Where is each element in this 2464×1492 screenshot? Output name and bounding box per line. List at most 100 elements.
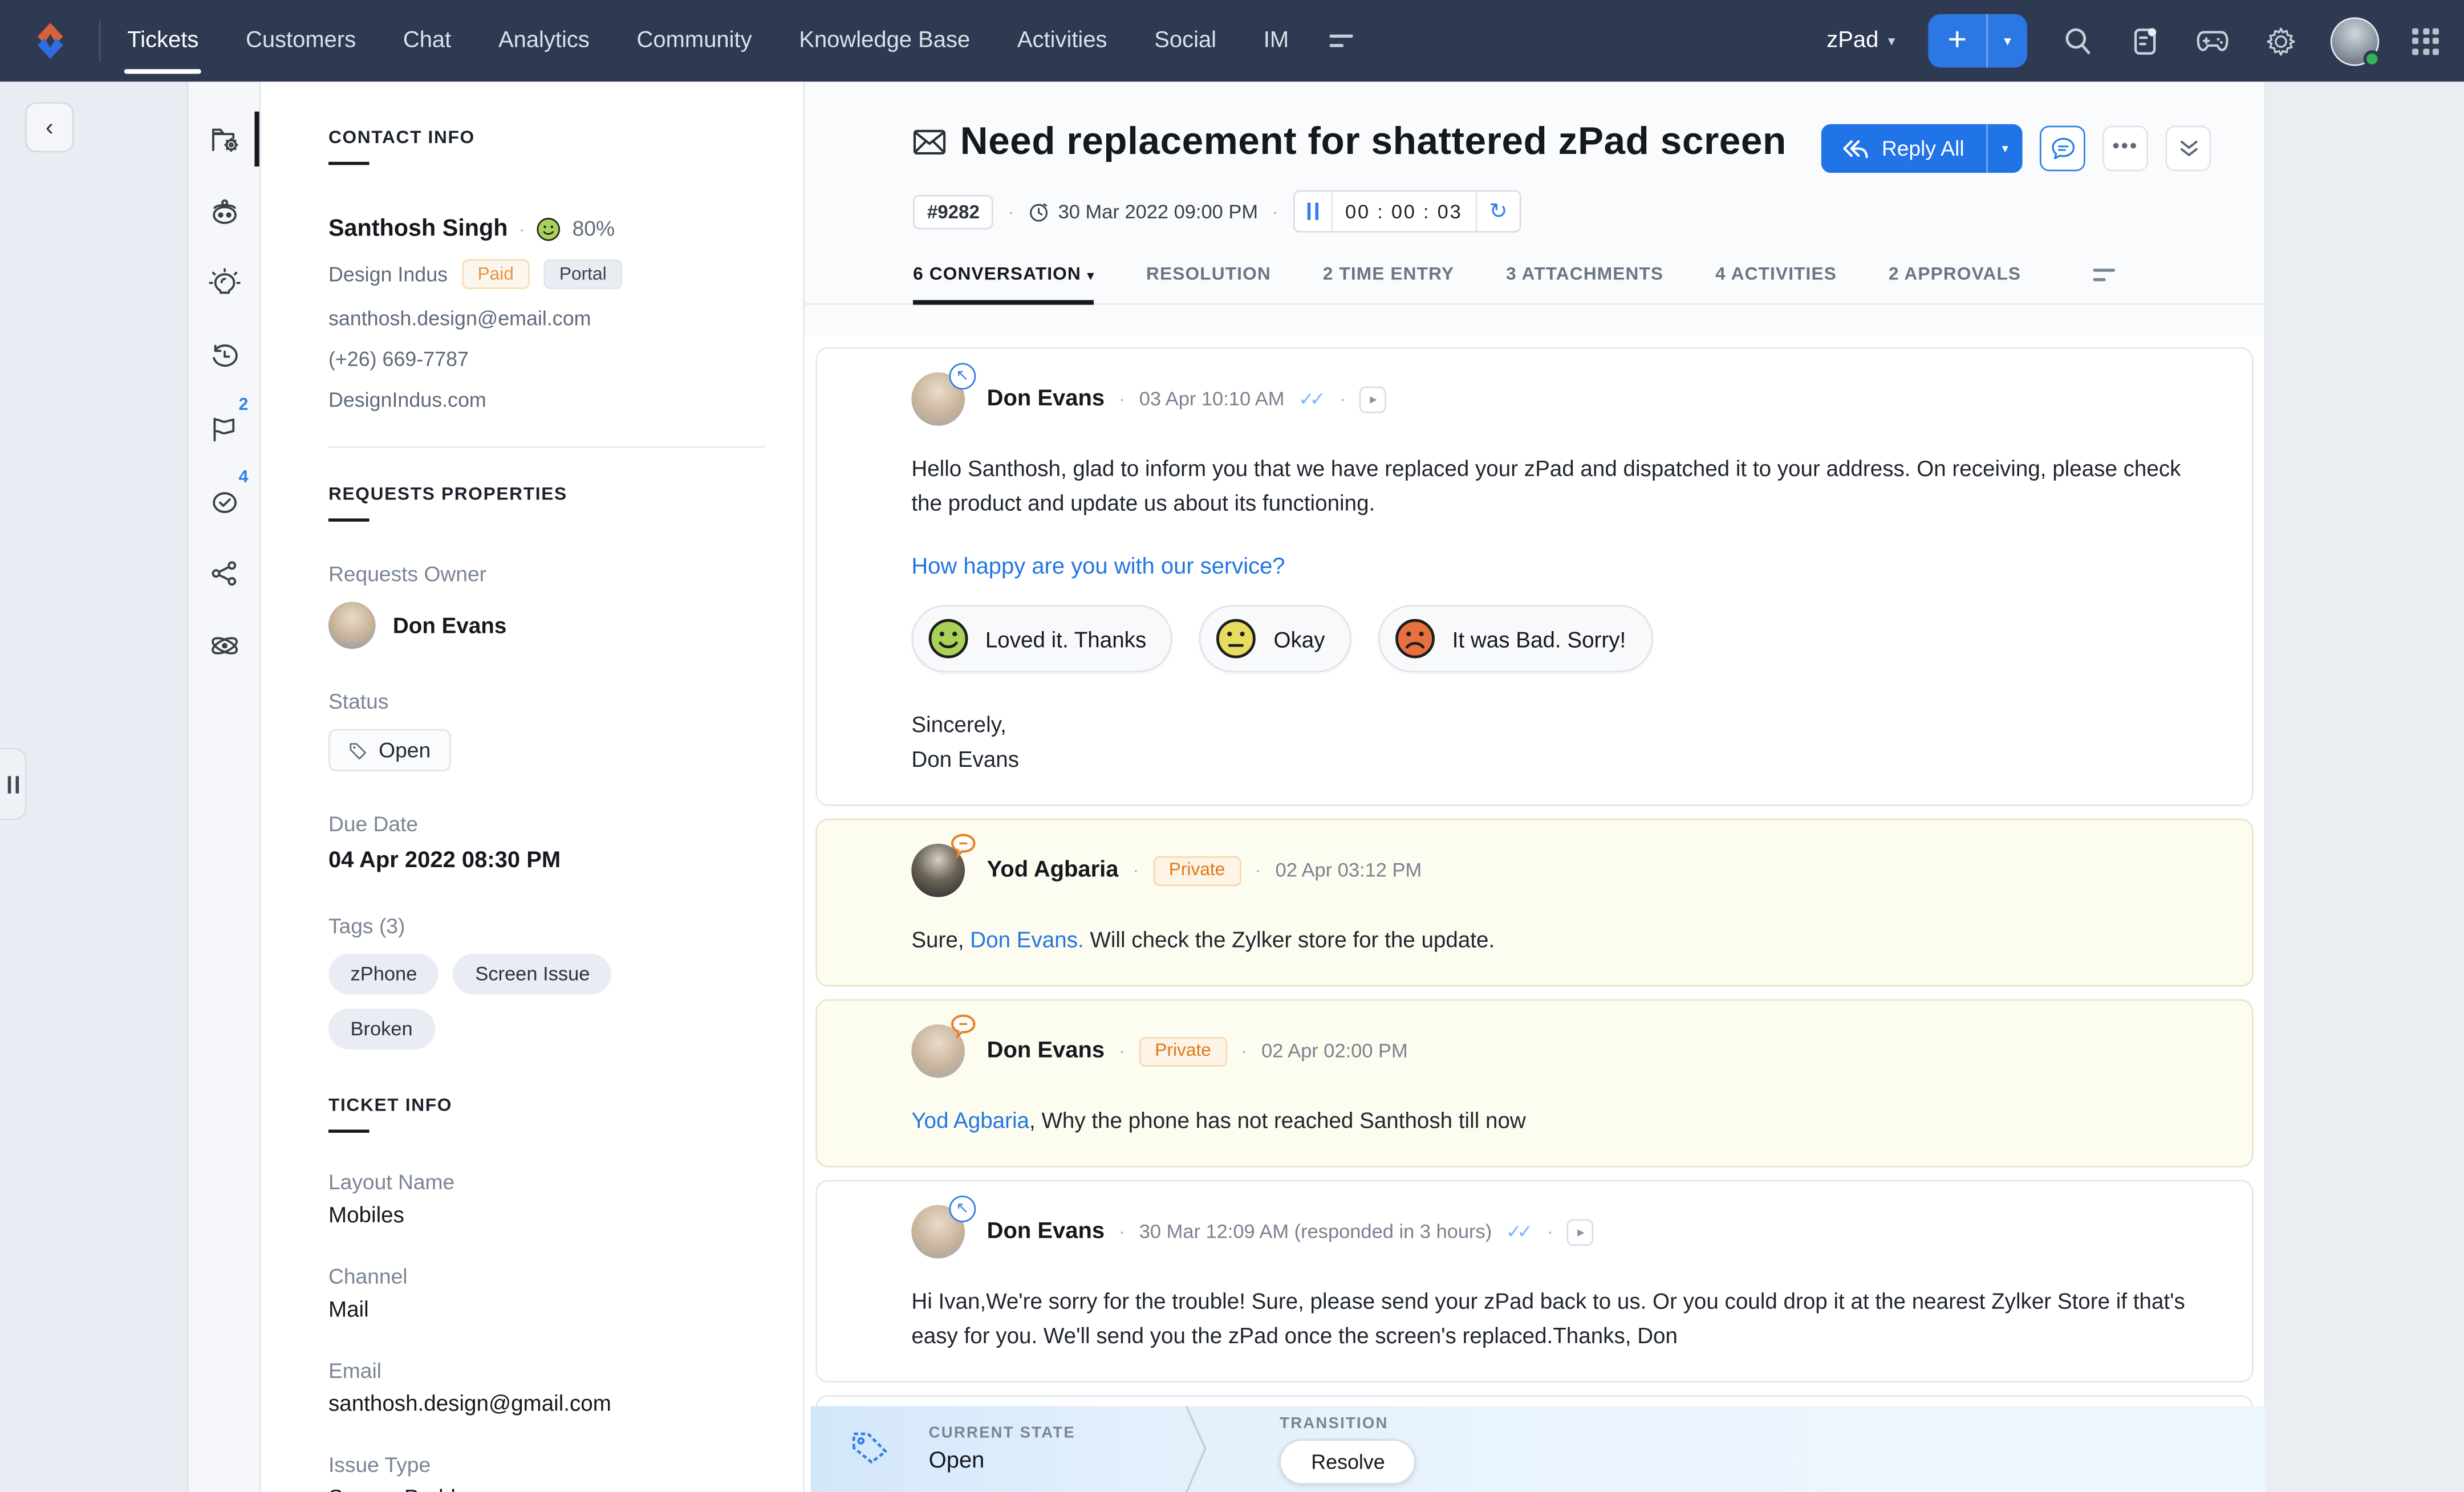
- requests-properties-heading: REQUESTS PROPERTIES: [328, 486, 765, 505]
- tab-activities[interactable]: 4 ACTIVITIES: [1715, 266, 1837, 303]
- add-button[interactable]: +: [1928, 14, 1988, 68]
- back-button[interactable]: ‹: [25, 102, 74, 152]
- ticket-detail-panel: Need replacement for shattered zPad scre…: [805, 82, 2266, 1492]
- survey-okay-label: Okay: [1273, 626, 1325, 651]
- nav-item-tickets[interactable]: Tickets: [127, 3, 198, 79]
- blueprint-transition-bar: CURRENT STATE Open TRANSITION Resolve: [811, 1406, 2266, 1492]
- paid-badge: Paid: [462, 259, 530, 289]
- gear-icon[interactable]: [2263, 23, 2297, 58]
- conversation-thread: ↖ Don Evans · 03 Apr 10:10 AM ✓✓ · ▸ Hel…: [805, 335, 2264, 1492]
- rail-item-insights[interactable]: [189, 248, 259, 320]
- more-tabs-icon[interactable]: [2093, 269, 2116, 303]
- time-tracker: 00 : 00 : 03 ↻: [1293, 190, 1522, 232]
- approvals-count-badge: 4: [239, 468, 249, 487]
- nav-item-chat[interactable]: Chat: [403, 3, 451, 79]
- rail-item-apps[interactable]: [189, 609, 259, 682]
- gamescope-icon[interactable]: [2195, 23, 2230, 58]
- nav-item-community[interactable]: Community: [637, 3, 752, 79]
- resolve-button[interactable]: Resolve: [1280, 1438, 1416, 1484]
- status-badge[interactable]: Open: [328, 729, 451, 771]
- timer-reset-button[interactable]: ↻: [1475, 192, 1520, 231]
- tag-broken[interactable]: Broken: [328, 1009, 435, 1050]
- more-actions-button[interactable]: •••: [2102, 125, 2148, 171]
- sent-reply-badge-icon: ↖: [949, 1196, 976, 1222]
- nav-item-customers[interactable]: Customers: [246, 3, 356, 79]
- tag-screen-issue[interactable]: Screen Issue: [453, 954, 612, 995]
- nav-item-im[interactable]: IM: [1264, 3, 1289, 79]
- rail-item-approvals[interactable]: 4: [189, 465, 259, 538]
- tab-approvals[interactable]: 2 APPROVALS: [1889, 266, 2021, 303]
- nav-item-social[interactable]: Social: [1154, 3, 1216, 79]
- contact-phone[interactable]: (+26) 669-7787: [328, 347, 765, 371]
- nav-more-icon[interactable]: [1330, 35, 1353, 47]
- message-author[interactable]: Don Evans: [987, 1039, 1105, 1064]
- collapse-threads-button[interactable]: [2165, 125, 2211, 171]
- rail-item-zia-bot[interactable]: [189, 176, 259, 249]
- mention-link[interactable]: Don Evans.: [970, 927, 1083, 952]
- app-grid-icon[interactable]: [2412, 27, 2439, 54]
- rail-item-ticket-properties[interactable]: [189, 104, 259, 176]
- survey-bad-button[interactable]: It was Bad. Sorry!: [1378, 605, 1653, 672]
- brand-logo[interactable]: [0, 21, 99, 62]
- tab-conversation[interactable]: 6 CONVERSATION▾: [913, 266, 1094, 303]
- private-note-badge-icon: [949, 1013, 977, 1038]
- user-avatar[interactable]: [2331, 17, 2379, 65]
- rail-item-history[interactable]: [189, 320, 259, 393]
- reply-all-split-button: Reply All ▾: [1822, 124, 2022, 173]
- tab-resolution[interactable]: RESOLUTION: [1146, 266, 1271, 303]
- delivered-ticks-icon: ✓✓: [1506, 1221, 1528, 1243]
- brand-logo-icon: [29, 21, 70, 62]
- survey-bad-label: It was Bad. Sorry!: [1452, 626, 1626, 651]
- rail-item-flag[interactable]: 2: [189, 393, 259, 465]
- ticket-title: Need replacement for shattered zPad scre…: [960, 116, 1787, 170]
- tab-time-entry[interactable]: 2 TIME ENTRY: [1323, 266, 1454, 303]
- add-dropdown-button[interactable]: ▾: [1988, 14, 2027, 68]
- heading-underline: [328, 162, 370, 165]
- reply-options-dropdown[interactable]: ▾: [1988, 124, 2023, 173]
- timer-pause-button[interactable]: [1294, 192, 1333, 231]
- message-author[interactable]: Yod Agbaria: [987, 858, 1119, 883]
- nav-item-analytics[interactable]: Analytics: [498, 3, 590, 79]
- tab-attachments[interactable]: 3 ATTACHMENTS: [1506, 266, 1663, 303]
- panel-collapse-handle[interactable]: [0, 748, 27, 820]
- owner-label: Requests Owner: [328, 563, 765, 586]
- collapsed-ticket-list-panel: [0, 82, 189, 1492]
- owner-avatar: [328, 601, 376, 649]
- message-body: Hello Santhosh, glad to inform you that …: [911, 451, 2207, 520]
- dot-separator: ·: [519, 218, 525, 240]
- department-selector[interactable]: zPad ▾: [1826, 29, 1895, 54]
- message-author[interactable]: Don Evans: [987, 387, 1105, 412]
- mention-link[interactable]: Yod Agbaria: [911, 1108, 1029, 1133]
- content-area: ‹ 2 4: [0, 82, 2464, 1492]
- message-text: , Why the phone has not reached Santhosh…: [1029, 1108, 1526, 1133]
- contact-name[interactable]: Santhosh Singh: [328, 216, 508, 242]
- department-label: zPad: [1826, 29, 1878, 54]
- issue-type-value: Screen Problem: [328, 1485, 765, 1492]
- tag-zphone[interactable]: zPhone: [328, 954, 439, 995]
- message-text: Will check the Zylker store for the upda…: [1084, 927, 1495, 952]
- sad-face-icon: [1394, 617, 1436, 660]
- ticket-tools-rail: 2 4: [189, 82, 261, 1492]
- rail-item-share[interactable]: [189, 537, 259, 609]
- feeds-icon[interactable]: [2128, 23, 2162, 58]
- nav-item-knowledge-base[interactable]: Knowledge Base: [799, 3, 970, 79]
- private-note-badge-icon: [949, 833, 977, 858]
- nav-item-activities[interactable]: Activities: [1017, 3, 1107, 79]
- contact-company[interactable]: Design Indus: [328, 262, 448, 286]
- expand-message-button[interactable]: ▸: [1360, 386, 1387, 413]
- reply-all-button[interactable]: Reply All: [1822, 124, 1988, 173]
- chevron-down-icon: ▾: [1087, 269, 1094, 283]
- request-owner[interactable]: Don Evans: [328, 601, 765, 649]
- transition-chevron-divider: [1186, 1406, 1208, 1492]
- survey-good-button[interactable]: Loved it. Thanks: [911, 605, 1173, 672]
- contact-email[interactable]: santhosh.design@email.com: [328, 306, 765, 330]
- search-icon[interactable]: [2060, 23, 2095, 58]
- message-author[interactable]: Don Evans: [987, 1219, 1105, 1244]
- happiness-smiley-icon: [536, 216, 561, 241]
- survey-question-link[interactable]: How happy are you with our service?: [911, 555, 2214, 580]
- contact-website[interactable]: DesignIndus.com: [328, 388, 765, 448]
- expand-message-button[interactable]: ▸: [1568, 1218, 1594, 1245]
- message-time: 30 Mar 12:09 AM (responded in 3 hours): [1139, 1221, 1492, 1243]
- survey-okay-button[interactable]: Okay: [1200, 605, 1351, 672]
- comment-button[interactable]: [2040, 125, 2085, 171]
